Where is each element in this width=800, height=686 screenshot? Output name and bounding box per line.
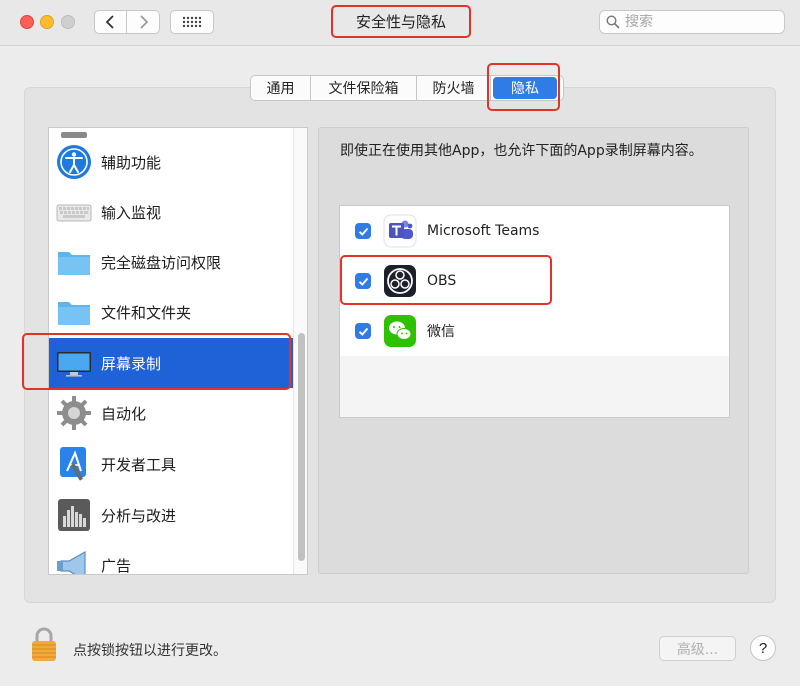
app-row-microsoft-teams[interactable]: Microsoft Teams xyxy=(340,206,729,256)
show-all-button[interactable] xyxy=(170,10,214,34)
sidebar-item-automation[interactable]: 自动化 xyxy=(49,388,293,438)
sidebar-item-developer-tools[interactable]: 开发者工具 xyxy=(49,439,293,489)
advanced-button[interactable]: 高级... xyxy=(659,636,736,661)
sidebar-item-label: 辅助功能 xyxy=(101,153,162,172)
close-button[interactable] xyxy=(20,15,34,29)
sidebar-scrollbar[interactable] xyxy=(293,128,307,574)
title-bar: 安全性与隐私 xyxy=(0,0,800,46)
wechat-icon xyxy=(384,315,416,347)
app-checkbox[interactable] xyxy=(355,223,371,239)
sidebar-item-full-disk-access[interactable]: 完全磁盘访问权限 xyxy=(49,237,293,287)
back-button[interactable] xyxy=(94,10,127,34)
search-field[interactable] xyxy=(599,10,785,34)
annotation-box-privacy-tab xyxy=(487,63,560,111)
navigation-buttons xyxy=(94,10,160,34)
search-icon xyxy=(606,15,620,29)
gear-icon xyxy=(55,394,93,432)
permission-description: 即使正在使用其他App，也允许下面的App录制屏幕内容。 xyxy=(340,143,703,159)
megaphone-icon xyxy=(55,546,93,574)
accessibility-icon xyxy=(55,143,93,181)
scrollbar-thumb[interactable] xyxy=(298,333,305,561)
app-checkbox[interactable] xyxy=(355,323,371,339)
sidebar-item-advertising[interactable]: 广告 xyxy=(49,540,293,575)
app-list[interactable]: Microsoft Teams OBS 微信 xyxy=(339,205,730,418)
folder-icon xyxy=(55,243,93,281)
minimize-button[interactable] xyxy=(40,15,54,29)
tab-filevault[interactable]: 文件保险箱 xyxy=(311,76,417,100)
sidebar-item-label: 广告 xyxy=(101,556,132,575)
sidebar-item-files-and-folders[interactable]: 文件和文件夹 xyxy=(49,287,293,337)
grid-icon xyxy=(182,16,202,28)
lock-instruction: 点按锁按钮以进行更改。 xyxy=(73,643,227,659)
sidebar-item-label: 分析与改进 xyxy=(101,506,177,525)
checkmark-icon xyxy=(358,227,368,236)
sidebar-item-label: 开发者工具 xyxy=(101,455,177,474)
folder-icon xyxy=(55,293,93,331)
checkmark-icon xyxy=(358,327,368,336)
chevron-right-icon xyxy=(140,15,149,29)
chevron-left-icon xyxy=(105,15,114,29)
sidebar-item-input-monitoring[interactable]: 输入监视 xyxy=(49,187,293,237)
keyboard-icon xyxy=(55,193,93,231)
sidebar-item-analytics[interactable]: 分析与改进 xyxy=(49,490,293,540)
annotation-box-screen-recording xyxy=(22,333,291,390)
tab-general[interactable]: 通用 xyxy=(251,76,311,100)
teams-icon xyxy=(383,214,417,248)
app-row-wechat[interactable]: 微信 xyxy=(340,306,729,356)
app-name: Microsoft Teams xyxy=(427,223,540,239)
developer-tools-icon xyxy=(55,445,93,483)
sidebar-item-label: 完全磁盘访问权限 xyxy=(101,253,222,272)
sidebar-item-label: 输入监视 xyxy=(101,203,162,222)
app-name: 微信 xyxy=(427,324,455,340)
search-input[interactable] xyxy=(625,14,775,30)
tab-firewall[interactable]: 防火墙 xyxy=(417,76,491,100)
sidebar-item-label: 文件和文件夹 xyxy=(101,303,192,322)
sidebar-item-label: 自动化 xyxy=(101,404,147,423)
zoom-button[interactable] xyxy=(61,15,75,29)
forward-button[interactable] xyxy=(127,10,160,34)
sidebar-item-accessibility[interactable]: 辅助功能 xyxy=(49,137,293,187)
lock-icon[interactable] xyxy=(30,626,58,662)
window-title: 安全性与隐私 xyxy=(331,5,471,38)
annotation-box-obs xyxy=(340,255,552,305)
analytics-icon xyxy=(55,496,93,534)
help-button[interactable]: ? xyxy=(750,635,776,661)
